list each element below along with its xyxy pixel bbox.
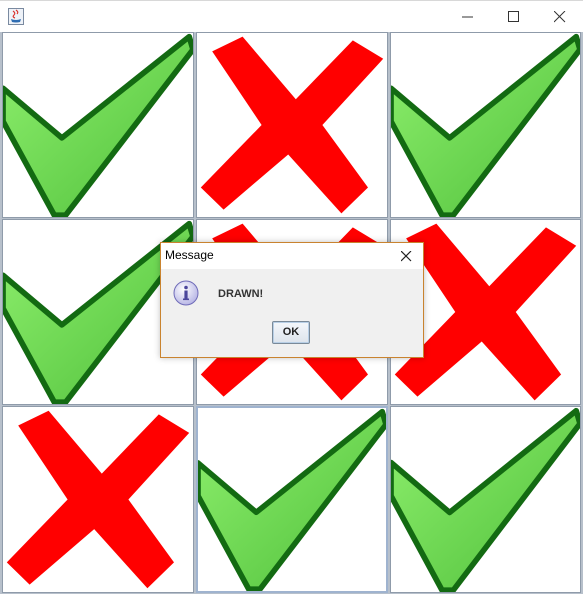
checkmark-icon — [3, 33, 193, 217]
board-cell-r3-c1[interactable] — [2, 406, 194, 593]
ok-button[interactable]: OK — [272, 321, 310, 344]
board-cell-r1-c3[interactable] — [390, 32, 581, 218]
minimize-icon — [462, 16, 473, 18]
close-icon — [401, 251, 412, 262]
message-dialog: Message DRAWN! OK — [160, 242, 424, 358]
maximize-icon — [508, 11, 519, 22]
minimize-button[interactable] — [445, 1, 491, 33]
info-icon — [173, 280, 199, 306]
board-cell-r3-c3[interactable] — [390, 406, 581, 593]
cross-icon — [200, 36, 384, 214]
maximize-button[interactable] — [491, 1, 537, 33]
dialog-title-bar: Message — [161, 243, 423, 269]
close-icon — [554, 11, 566, 23]
title-bar — [0, 0, 583, 33]
cross-icon — [6, 410, 190, 589]
board-cell-r1-c1[interactable] — [2, 32, 194, 218]
dialog-close-button[interactable] — [395, 246, 417, 266]
checkmark-icon — [198, 408, 386, 591]
java-app-icon — [8, 8, 24, 25]
close-window-button[interactable] — [537, 1, 583, 33]
checkmark-icon — [391, 407, 580, 592]
dialog-title: Message — [165, 248, 214, 262]
dialog-message: DRAWN! — [218, 288, 264, 300]
board-cell-r3-c2[interactable] — [196, 406, 388, 593]
checkmark-icon — [391, 33, 580, 217]
board-cell-r1-c2[interactable] — [196, 32, 388, 218]
